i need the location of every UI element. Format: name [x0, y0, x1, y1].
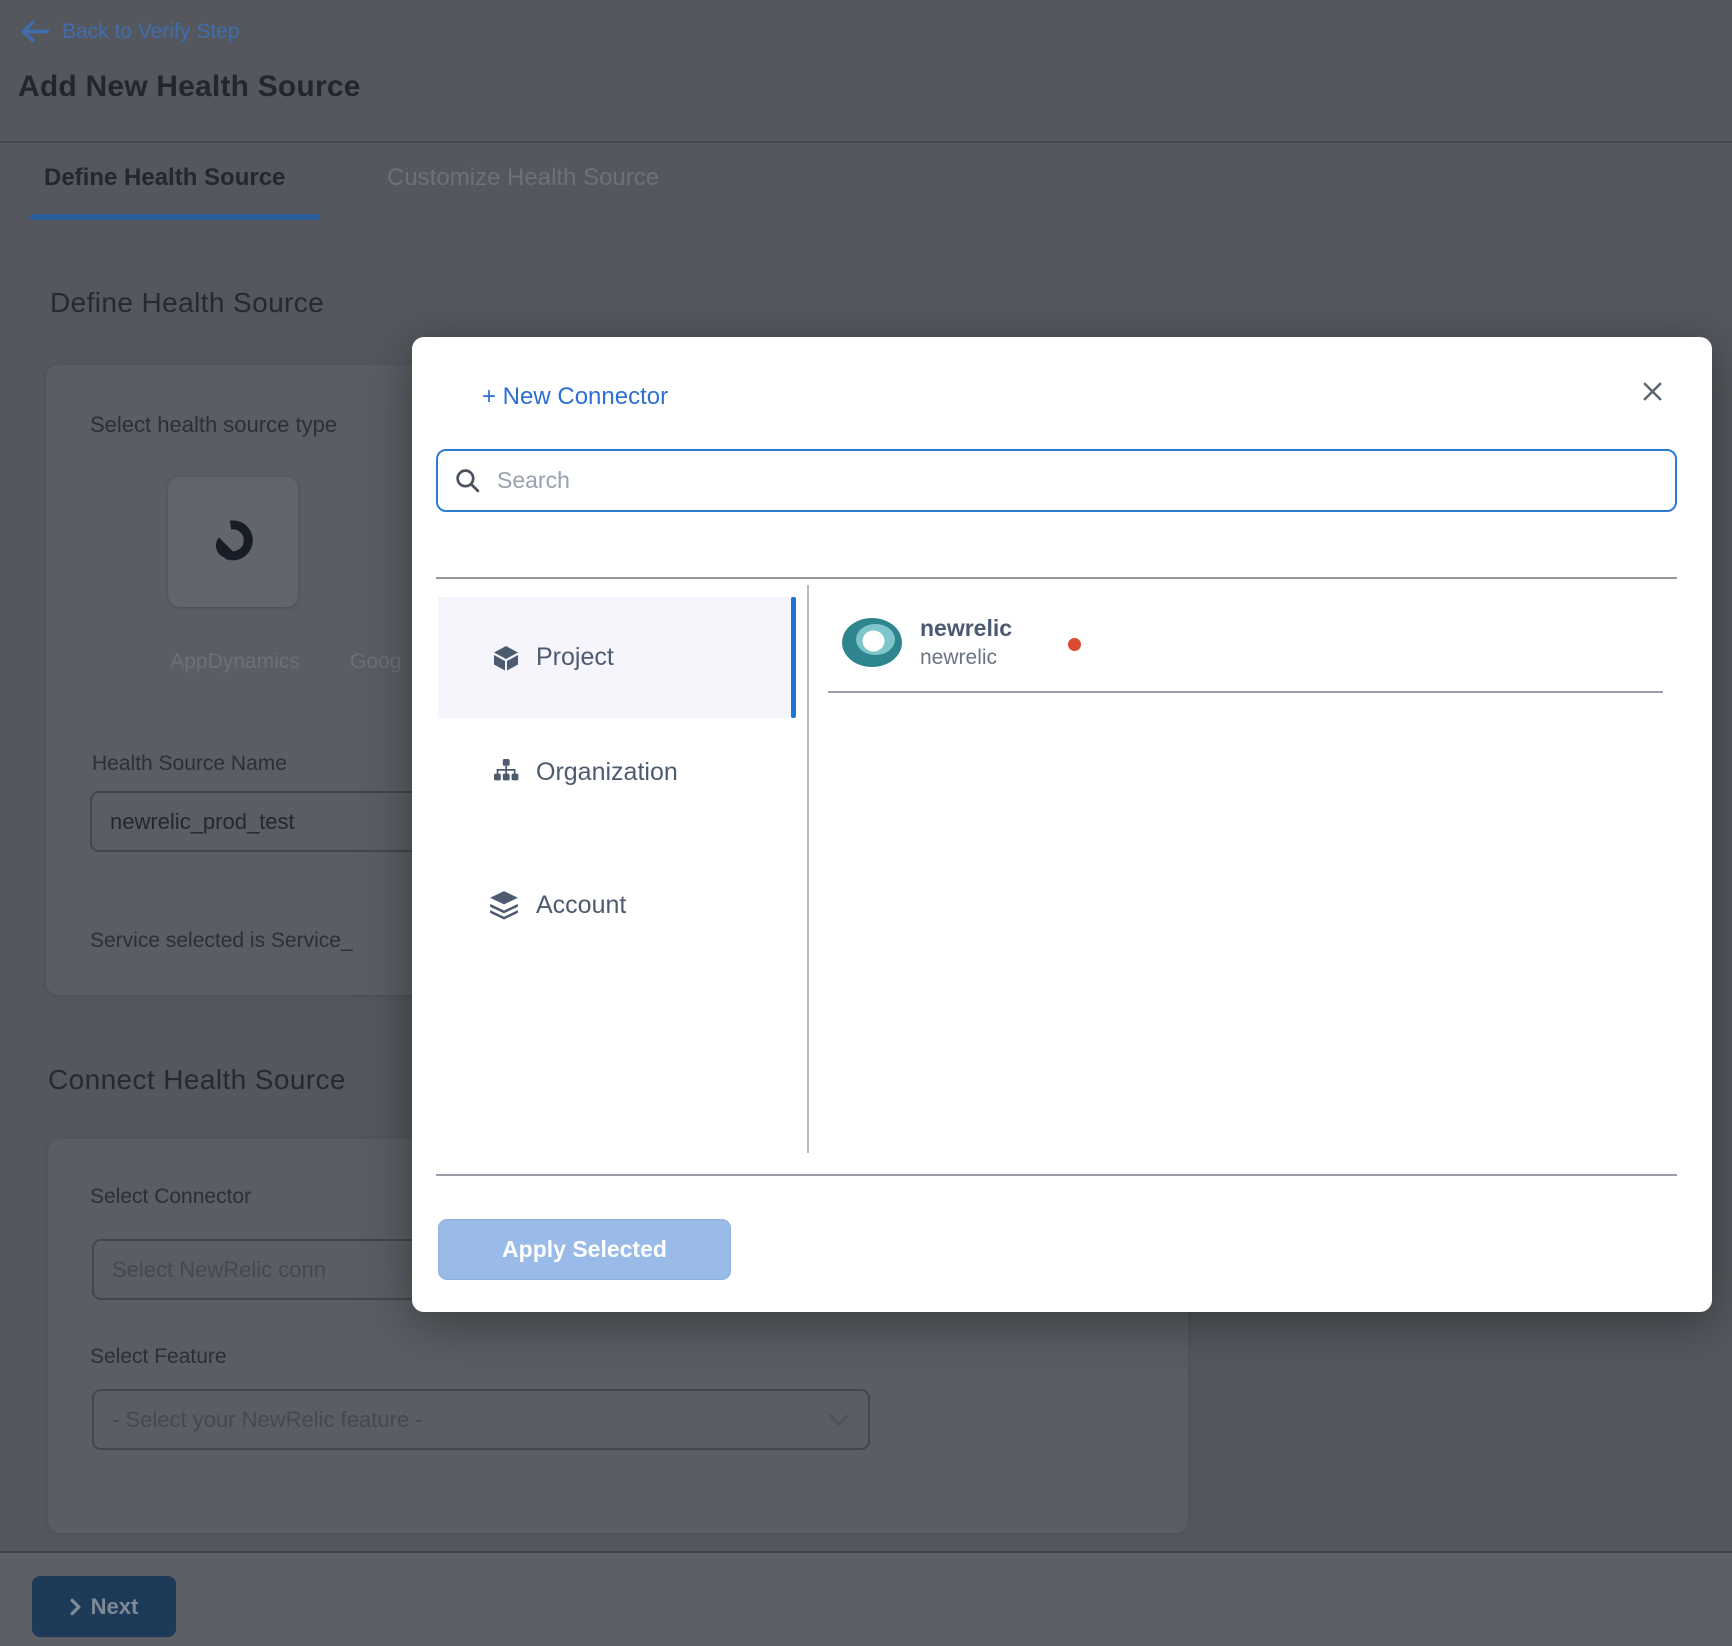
modal-bottom-divider [436, 1174, 1677, 1176]
select-connector-placeholder: Select NewRelic conn [112, 1257, 326, 1283]
page-title: Add New Health Source [18, 70, 361, 104]
newrelic-logo-icon [842, 618, 902, 667]
search-icon [454, 467, 481, 494]
layers-icon [488, 889, 520, 921]
source-type-label-google: Goog [350, 650, 401, 674]
screen: Back to Verify Step Add New Health Sourc… [0, 0, 1732, 1646]
close-button[interactable] [1638, 380, 1666, 408]
search-input[interactable] [495, 466, 1659, 495]
connector-row-divider [828, 691, 1663, 693]
select-connector-label: Select Connector [90, 1185, 251, 1209]
select-feature-placeholder: - Select your NewRelic feature - [112, 1407, 828, 1433]
next-button-label: Next [91, 1594, 139, 1620]
health-source-name-label: Health Source Name [92, 752, 287, 776]
header-divider [0, 141, 1732, 143]
appdynamics-logo-icon [210, 517, 256, 568]
active-scope-indicator [791, 597, 796, 718]
scope-project-label: Project [536, 643, 614, 672]
close-icon [1641, 380, 1664, 408]
service-note: Service selected is Service_ [90, 929, 353, 953]
select-feature-label: Select Feature [90, 1345, 227, 1369]
connector-id: newrelic [920, 646, 997, 670]
connect-section-heading: Connect Health Source [48, 1064, 346, 1096]
active-tab-underline [30, 214, 320, 220]
modal-top-divider [436, 577, 1677, 579]
tab-customize-health-source[interactable]: Customize Health Source [387, 164, 659, 192]
scope-item-account[interactable]: Account [488, 875, 626, 935]
source-type-appdynamics[interactable] [168, 477, 298, 607]
health-source-name-value: newrelic_prod_test [110, 809, 295, 835]
define-section-heading: Define Health Source [50, 287, 324, 319]
scope-item-project[interactable]: Project [492, 597, 614, 718]
tab-define-health-source[interactable]: Define Health Source [44, 164, 285, 192]
chevron-right-icon [70, 1598, 81, 1616]
connector-name: newrelic [920, 615, 1012, 642]
back-arrow-icon [20, 31, 50, 48]
new-connector-link[interactable]: + New Connector [482, 383, 668, 411]
cube-icon [492, 644, 520, 672]
select-type-label: Select health source type [90, 412, 337, 438]
connector-select-modal: + New Connector Projec [412, 337, 1712, 1312]
scope-account-label: Account [536, 891, 626, 920]
source-type-label-appdynamics: AppDynamics [155, 650, 315, 674]
connector-row[interactable]: newrelic newrelic [828, 612, 1677, 678]
search-box [436, 449, 1677, 512]
apply-selected-button[interactable]: Apply Selected [438, 1219, 731, 1280]
chevron-down-icon [828, 1413, 850, 1427]
back-link[interactable]: Back to Verify Step [62, 20, 239, 44]
back-button[interactable] [20, 19, 54, 45]
page-footer [0, 1551, 1732, 1646]
sidebar-divider [807, 585, 809, 1153]
select-feature-dropdown[interactable]: - Select your NewRelic feature - [92, 1389, 870, 1450]
scope-item-organization[interactable]: Organization [492, 742, 678, 802]
scope-organization-label: Organization [536, 758, 678, 787]
org-chart-icon [492, 758, 520, 786]
connector-status-dot [1068, 638, 1081, 651]
next-button[interactable]: Next [32, 1576, 176, 1637]
